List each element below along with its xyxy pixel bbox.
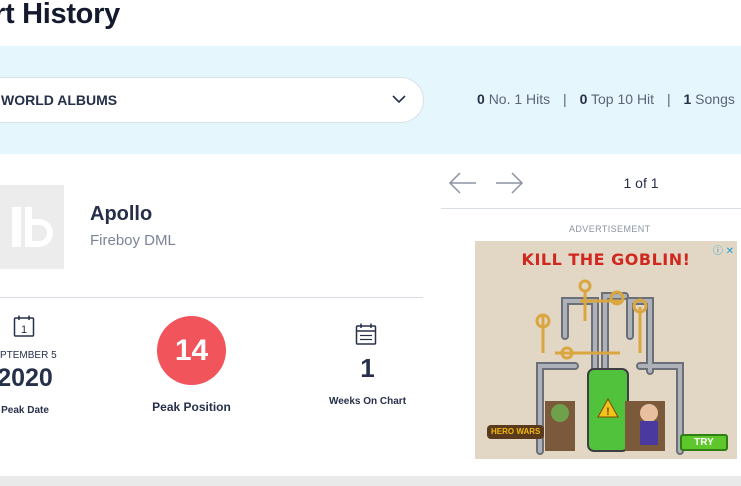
album-artwork-placeholder [0,185,64,269]
weeks-on-chart-value: 1 [360,353,375,383]
chart-history-page: rt History WORLD ALBUMS 0 No. 1 Hits | 0… [0,0,741,486]
pagination-text: 1 of 1 [623,175,659,191]
peak-position-label: Peak Position [152,400,231,414]
peak-date-label: Peak Date [1,405,49,416]
svg-text:!: ! [606,406,610,418]
album-title[interactable]: Apollo [90,203,152,226]
ad-game-logo: HERO WARS [487,425,545,439]
chart-select-label: WORLD ALBUMS [1,92,118,108]
page-footer-strip [0,476,741,486]
top10-hit-label: Top 10 Hit [591,91,655,107]
top10-hit-count: 0 [579,91,588,107]
advertisement-label: ADVERTISEMENT [569,224,651,234]
peak-date-month-day: EPTEMBER 5 [0,350,57,361]
calendar-grid-icon [355,323,377,345]
peak-date-year: 2020 [0,364,53,392]
songs-label: Songs [695,91,735,107]
weeks-on-chart-label: Weeks On Chart [328,396,407,407]
no1-hits-label: No. 1 Hits [488,91,551,107]
chevron-down-icon [392,95,406,104]
no1-hits-count: 0 [477,91,485,107]
page-title: rt History [0,0,120,30]
songs-count: 1 [683,91,692,107]
advertisement-banner[interactable]: ⓘ ✕ KILL THE GOBLIN! ! HERO WARS TRY [475,241,737,459]
stats-separator: | [563,91,567,107]
calendar-icon: 1 [13,315,35,337]
album-artist[interactable]: Fireboy DML [90,232,176,249]
arrow-left-icon[interactable] [448,170,478,196]
peak-position-badge: 14 [157,316,226,385]
chart-select-dropdown[interactable]: WORLD ALBUMS [0,77,424,123]
stats-separator: | [666,91,671,107]
divider [441,208,741,209]
divider [0,297,423,298]
svg-text:1: 1 [21,324,27,336]
arrow-right-icon[interactable] [494,170,524,196]
ad-try-button[interactable]: TRY [680,434,728,451]
chart-stats: 0 No. 1 Hits | 0 Top 10 Hit | 1 Songs [477,91,735,107]
